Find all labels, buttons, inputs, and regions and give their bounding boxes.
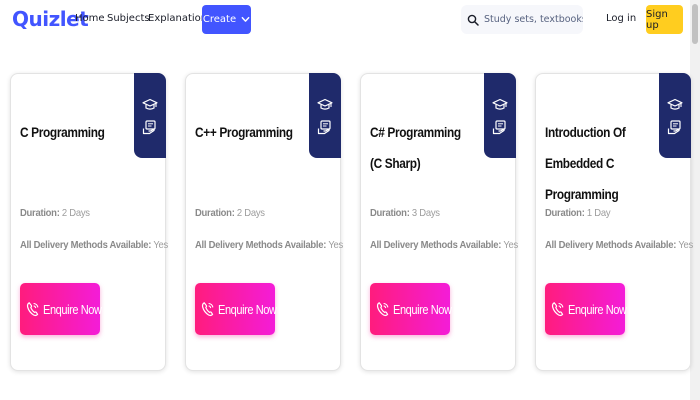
course-delivery: All Delivery Methods Available: Yes — [545, 239, 693, 251]
search-placeholder: Study sets, textbooks, ... — [484, 14, 583, 25]
page-scrollbar[interactable] — [690, 0, 700, 400]
nav-subjects-link[interactable]: Subjects — [107, 13, 150, 24]
course-duration: Duration: 2 Days — [195, 207, 265, 219]
duration-label: Duration: — [545, 207, 585, 219]
course-delivery: All Delivery Methods Available: Yes — [195, 239, 343, 251]
create-button-label: Create — [202, 14, 237, 25]
delivery-value: Yes — [503, 239, 518, 251]
phone-icon — [551, 302, 564, 317]
course-title[interactable]: C++ Programming — [195, 117, 296, 148]
course-title[interactable]: C# Programming (C Sharp) — [370, 117, 471, 179]
enquire-now-label: Enquire Now — [218, 301, 277, 317]
course-card: Introduction Of Embedded C Programming D… — [535, 73, 693, 371]
graduation-cap-icon — [667, 98, 683, 110]
course-badge — [134, 73, 166, 158]
chevron-down-icon — [241, 16, 250, 22]
graduation-cap-icon — [142, 98, 158, 110]
duration-value: 3 Days — [411, 207, 440, 219]
login-link[interactable]: Log in — [606, 13, 636, 24]
course-duration: Duration: 1 Day — [545, 207, 611, 219]
enquire-now-button[interactable]: Enquire Now — [370, 283, 452, 335]
delivery-label: All Delivery Methods Available: — [545, 239, 677, 251]
certificate-hand-icon — [317, 119, 331, 134]
graduation-cap-icon — [492, 98, 508, 110]
course-badge — [484, 73, 516, 158]
duration-value: 2 Days — [61, 207, 90, 219]
certificate-hand-icon — [142, 119, 156, 134]
delivery-label: All Delivery Methods Available: — [370, 239, 502, 251]
course-duration: Duration: 3 Days — [370, 207, 440, 219]
course-badge — [659, 73, 691, 158]
course-card: C# Programming (C Sharp) Duration: 3 Day… — [360, 73, 518, 371]
enquire-now-label: Enquire Now — [393, 301, 452, 317]
create-button[interactable]: Create — [202, 5, 251, 34]
course-card: C++ Programming Duration: 2 Days All Del… — [185, 73, 343, 371]
course-title[interactable]: C Programming — [20, 117, 121, 148]
enquire-now-button[interactable]: Enquire Now — [195, 283, 277, 335]
delivery-value: Yes — [328, 239, 343, 251]
enquire-now-label: Enquire Now — [43, 301, 102, 317]
nav-home-link[interactable]: Home — [75, 13, 105, 24]
course-title[interactable]: Introduction Of Embedded C Programming — [545, 117, 646, 210]
duration-label: Duration: — [370, 207, 410, 219]
course-delivery: All Delivery Methods Available: Yes — [20, 239, 168, 251]
duration-label: Duration: — [195, 207, 235, 219]
duration-value: 2 Days — [236, 207, 265, 219]
course-delivery: All Delivery Methods Available: Yes — [370, 239, 518, 251]
certificate-hand-icon — [492, 119, 506, 134]
page: Quizlet Home Subjects Explanations Creat… — [0, 0, 700, 400]
delivery-label: All Delivery Methods Available: — [20, 239, 152, 251]
signup-button[interactable]: Sign up — [646, 5, 683, 34]
top-nav-bar: Quizlet Home Subjects Explanations Creat… — [0, 0, 690, 40]
phone-icon — [26, 302, 39, 317]
course-duration: Duration: 2 Days — [20, 207, 90, 219]
delivery-value: Yes — [678, 239, 693, 251]
search-icon — [467, 14, 479, 26]
course-card: C Programming Duration: 2 Days All Deliv… — [10, 73, 168, 371]
course-badge — [309, 73, 341, 158]
phone-icon — [376, 302, 389, 317]
phone-icon — [201, 302, 214, 317]
scrollbar-thumb[interactable] — [692, 4, 698, 44]
duration-label: Duration: — [20, 207, 60, 219]
duration-value: 1 Day — [586, 207, 611, 219]
enquire-now-button[interactable]: Enquire Now — [545, 283, 627, 335]
enquire-now-button[interactable]: Enquire Now — [20, 283, 102, 335]
enquire-now-label: Enquire Now — [568, 301, 627, 317]
delivery-label: All Delivery Methods Available: — [195, 239, 327, 251]
delivery-value: Yes — [153, 239, 168, 251]
certificate-hand-icon — [667, 119, 681, 134]
search-input[interactable]: Study sets, textbooks, ... — [461, 5, 583, 34]
graduation-cap-icon — [317, 98, 333, 110]
